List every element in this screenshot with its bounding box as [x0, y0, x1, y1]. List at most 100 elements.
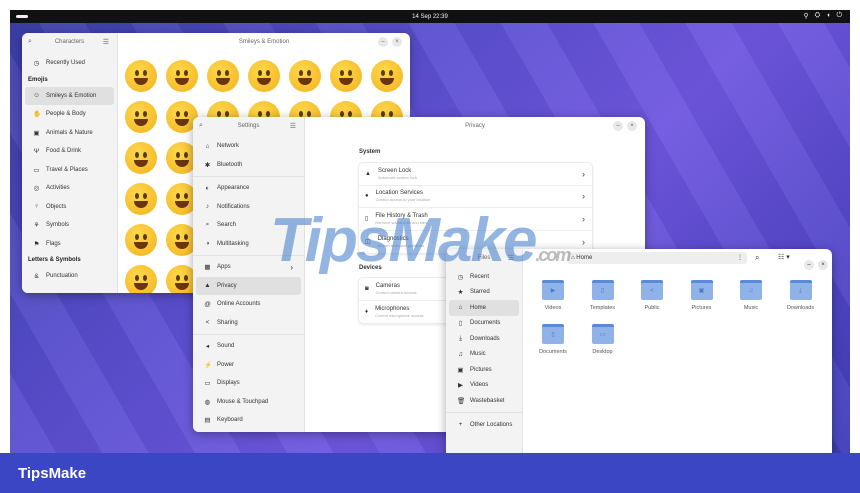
- sidebar-item[interactable]: ◷ Recent: [449, 269, 519, 285]
- sidebar-item[interactable]: ⚘ Symbols: [25, 216, 114, 235]
- folder-item[interactable]: ▶ Videos: [528, 280, 578, 311]
- search-icon[interactable]: ⌕: [28, 38, 32, 46]
- item-label: Pictures: [470, 366, 492, 373]
- folder-item[interactable]: ♫ Music: [726, 280, 776, 311]
- sidebar-item[interactable]: ◐ Appearance: [196, 179, 301, 198]
- sidebar-item-icon: ◎: [33, 185, 40, 193]
- folder-label: Desktop: [592, 349, 613, 355]
- folder-label: Public: [644, 305, 660, 311]
- sidebar-item[interactable]: ▭ Displays: [196, 374, 301, 393]
- emoji-button[interactable]: [125, 224, 157, 256]
- sidebar-item[interactable]: ⌂ Home: [449, 300, 519, 316]
- emoji-button[interactable]: [125, 142, 157, 174]
- sidebar-item[interactable]: ☺ Smileys & Emotion: [25, 86, 114, 105]
- sidebar-item-icon: ⚘: [33, 222, 40, 230]
- emoji-button[interactable]: [330, 60, 362, 92]
- row-title: Location Services: [375, 190, 423, 197]
- folder-icon: ▶: [542, 280, 564, 300]
- sidebar-item[interactable]: ⚡ Power: [196, 356, 301, 375]
- sidebar-item[interactable]: ▶ Videos: [449, 378, 519, 394]
- sidebar-item-punctuation[interactable]: & Punctuation: [25, 267, 114, 286]
- sidebar-item[interactable]: ▭ Travel & Places: [25, 161, 114, 180]
- section-heading: System: [359, 149, 381, 155]
- footer-logo: TipsMake: [18, 465, 87, 482]
- sidebar-item[interactable]: @ Online Accounts: [196, 295, 301, 314]
- activities-button[interactable]: [16, 15, 28, 18]
- emoji-button[interactable]: [166, 60, 198, 92]
- sidebar-item[interactable]: ✱ Bluetooth: [196, 156, 301, 175]
- close-button[interactable]: ×: [392, 37, 402, 47]
- item-label: Activities: [46, 185, 70, 192]
- more-icon[interactable]: ⋮: [737, 252, 743, 264]
- sidebar-item[interactable]: ⤓ Downloads: [449, 331, 519, 347]
- sidebar-item-other-locations[interactable]: + Other Locations: [449, 416, 519, 435]
- folder-label: Templates: [589, 305, 616, 311]
- folder-item[interactable]: < Public: [627, 280, 677, 311]
- emoji-button[interactable]: [289, 60, 321, 92]
- sidebar-item[interactable]: ♫ Music: [449, 347, 519, 363]
- sidebar-item[interactable]: ◎ Activities: [25, 179, 114, 198]
- emoji-button[interactable]: [207, 60, 239, 92]
- menu-icon[interactable]: ☰: [290, 122, 296, 130]
- section-heading: Emojis: [28, 76, 48, 83]
- item-label: Keyboard: [217, 417, 243, 424]
- row-subtitle: Control microphone access: [375, 312, 424, 318]
- sidebar-item[interactable]: ◂ Sound: [196, 337, 301, 356]
- item-label: Downloads: [470, 335, 500, 342]
- sidebar-item[interactable]: ▯ Documents: [449, 316, 519, 332]
- volume-icon: ◖: [826, 12, 831, 19]
- sidebar-item[interactable]: ▣ Animals & Nature: [25, 124, 114, 143]
- system-tray[interactable]: ⚲ ⛭ ◖ ⏻: [803, 12, 842, 20]
- sidebar-item[interactable]: ◍ Mouse & Touchpad: [196, 393, 301, 412]
- sidebar-item[interactable]: ⚑ Flags: [25, 235, 114, 254]
- sidebar-item-recent[interactable]: ◷ Recently Used: [25, 54, 114, 73]
- sidebar-item[interactable]: ▲ Privacy: [196, 276, 301, 295]
- sidebar-item-icon: ◷: [457, 273, 464, 281]
- folder-item[interactable]: ▭ Desktop: [578, 324, 628, 355]
- sidebar-item[interactable]: ✋ People & Body: [25, 105, 114, 124]
- emoji-button[interactable]: [125, 101, 157, 133]
- sidebar-item[interactable]: ▣ Pictures: [449, 362, 519, 378]
- sidebar-item[interactable]: ◑ Multitasking: [196, 235, 301, 254]
- sidebar-item[interactable]: ♪ Notifications: [196, 198, 301, 217]
- privacy-row[interactable]: ▲ Screen Lock Automatic screen lock ›: [359, 163, 592, 186]
- sidebar-item[interactable]: ▦ Apps ›: [196, 258, 301, 277]
- item-label: Apps: [217, 264, 231, 271]
- close-button[interactable]: ×: [818, 260, 828, 270]
- sidebar-item[interactable]: 🗑 Wastebasket: [449, 393, 519, 409]
- sidebar-item-icon: ⌕: [205, 221, 210, 229]
- privacy-row[interactable]: ▯ File History & Trash Remove saved data a…: [359, 208, 592, 231]
- search-icon[interactable]: ⌕: [755, 253, 759, 263]
- path-bar[interactable]: ⌂ Home ⋮: [567, 252, 747, 264]
- view-list-icon[interactable]: ☷ ▾: [778, 253, 790, 261]
- minimize-button[interactable]: –: [804, 260, 814, 270]
- folder-item[interactable]: ▯ Documents: [528, 324, 578, 355]
- sidebar-item[interactable]: < Sharing: [196, 314, 301, 333]
- sidebar-item[interactable]: ▤ Keyboard: [196, 411, 301, 430]
- emoji-button[interactable]: [248, 60, 280, 92]
- sidebar-item[interactable]: Ψ Food & Drink: [25, 142, 114, 161]
- menu-icon[interactable]: ☰: [508, 254, 514, 262]
- folder-item[interactable]: ▯ Templates: [578, 280, 628, 311]
- emoji-button[interactable]: [125, 60, 157, 92]
- emoji-button[interactable]: [125, 265, 157, 293]
- row-icon: ▯: [365, 216, 369, 223]
- item-label: Other Locations: [470, 421, 513, 428]
- sidebar-item[interactable]: ⌕ Search: [196, 216, 301, 235]
- sidebar-item[interactable]: ⌂ Network: [196, 137, 301, 156]
- folder-item[interactable]: ▣ Pictures: [677, 280, 727, 311]
- folder-item[interactable]: ⤓ Downloads: [776, 280, 826, 311]
- item-label: Bluetooth: [217, 161, 243, 168]
- privacy-row[interactable]: ● Location Services Control access to your…: [359, 186, 592, 208]
- clock[interactable]: 14 Sep 22:39: [412, 14, 448, 20]
- menu-icon[interactable]: ☰: [103, 38, 109, 46]
- sidebar-item[interactable]: ★ Starred: [449, 285, 519, 301]
- item-label: People & Body: [46, 111, 86, 118]
- item-label: Symbols: [46, 222, 70, 229]
- emoji-button[interactable]: [125, 183, 157, 215]
- item-label: Mouse & Touchpad: [217, 398, 269, 405]
- search-icon[interactable]: ⌕: [199, 122, 203, 130]
- minimize-button[interactable]: –: [378, 37, 388, 47]
- sidebar-item[interactable]: ♀ Objects: [25, 198, 114, 217]
- emoji-button[interactable]: [371, 60, 403, 92]
